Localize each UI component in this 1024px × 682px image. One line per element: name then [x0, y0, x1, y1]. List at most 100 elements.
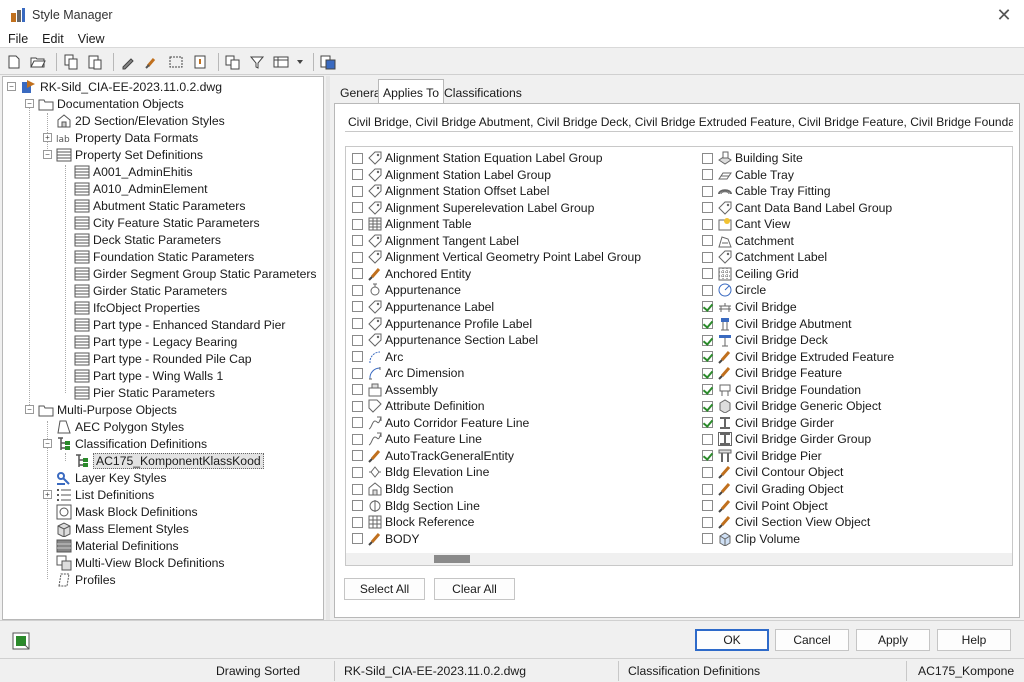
object-type-row[interactable]: Civil Bridge Extruded Feature	[702, 349, 894, 365]
tree-property-set-item[interactable]: A010_AdminElement	[74, 180, 208, 197]
object-type-row[interactable]: Alignment Vertical Geometry Point Label …	[352, 249, 641, 265]
object-type-checkbox[interactable]	[702, 301, 713, 313]
object-type-row[interactable]: AutoTrackGeneralEntity	[352, 448, 514, 464]
object-type-checkbox[interactable]	[702, 384, 713, 396]
tree-property-set-item[interactable]: A001_AdminEhitis	[74, 163, 193, 180]
tree-property-set-item[interactable]: City Feature Static Parameters	[74, 214, 260, 231]
object-type-checkbox[interactable]	[702, 483, 713, 495]
tree-property-data-formats[interactable]: + lab Property Data Formats	[43, 129, 198, 146]
tree-property-set-item[interactable]: Abutment Static Parameters	[74, 197, 245, 214]
object-type-row[interactable]: Clip Volume	[702, 531, 800, 547]
object-type-row[interactable]: Cable Tray Fitting	[702, 183, 831, 199]
object-type-checkbox[interactable]	[352, 318, 363, 329]
collapse-toggle[interactable]: −	[7, 82, 16, 91]
object-type-checkbox[interactable]	[702, 450, 713, 462]
object-type-row[interactable]: Civil Bridge Girder Group	[702, 431, 871, 447]
object-type-row[interactable]: Civil Grading Object	[702, 481, 843, 497]
tree-property-set-item[interactable]: Foundation Static Parameters	[74, 248, 254, 265]
object-type-row[interactable]: Bldg Section Line	[352, 498, 480, 514]
menu-view[interactable]: View	[78, 32, 105, 46]
object-type-row[interactable]: Civil Contour Object	[702, 464, 843, 480]
tree-property-set-item[interactable]: Pier Static Parameters	[74, 384, 215, 401]
object-type-checkbox[interactable]	[702, 202, 713, 214]
object-type-row[interactable]: Ceiling Grid	[702, 266, 799, 282]
tree-section-elevation-styles[interactable]: 2D Section/Elevation Styles	[56, 112, 225, 129]
expand-toggle[interactable]: +	[43, 490, 52, 499]
tree-property-set-definitions[interactable]: − Property Set Definitions	[43, 146, 203, 163]
tree-property-set-item[interactable]: Girder Static Parameters	[74, 282, 227, 299]
set-from-icon[interactable]	[166, 52, 186, 72]
tree-property-set-item[interactable]: Deck Static Parameters	[74, 231, 221, 248]
object-type-checkbox[interactable]	[352, 235, 363, 247]
view-mode-icon[interactable]	[271, 52, 291, 72]
scrollbar-thumb[interactable]	[434, 555, 470, 563]
object-type-row[interactable]: Auto Feature Line	[352, 431, 482, 447]
object-type-checkbox[interactable]	[702, 400, 713, 412]
object-type-checkbox[interactable]	[352, 450, 363, 462]
object-type-row[interactable]: Cant Data Band Label Group	[702, 200, 892, 216]
object-type-checkbox[interactable]	[352, 384, 363, 396]
object-type-checkbox[interactable]	[352, 417, 363, 429]
tree-layer-key-styles[interactable]: Layer Key Styles	[56, 469, 166, 486]
filter-icon[interactable]	[247, 52, 267, 72]
object-type-row[interactable]: Civil Section View Object	[702, 514, 870, 530]
object-type-row[interactable]: Alignment Superelevation Label Group	[352, 200, 594, 216]
object-type-checkbox[interactable]	[702, 169, 713, 181]
sort-icon[interactable]	[190, 52, 210, 72]
help-icon[interactable]	[318, 52, 338, 72]
object-type-row[interactable]: Civil Bridge Feature	[702, 365, 842, 381]
menu-edit[interactable]: Edit	[42, 32, 64, 46]
object-type-checkbox[interactable]	[352, 466, 363, 478]
tree-mass-element-styles[interactable]: Mass Element Styles	[56, 520, 189, 537]
open-drawing-icon[interactable]	[28, 52, 48, 72]
object-type-checkbox[interactable]	[702, 268, 713, 280]
object-type-checkbox[interactable]	[352, 218, 363, 230]
object-type-checkbox[interactable]	[352, 367, 363, 379]
tree-multi-view-block-definitions[interactable]: Multi-View Block Definitions	[56, 554, 224, 571]
object-type-checkbox[interactable]	[352, 202, 363, 214]
close-button[interactable]: ✕	[994, 5, 1014, 25]
object-type-row[interactable]: Bldg Section	[352, 481, 453, 497]
tree-mask-block-definitions[interactable]: Mask Block Definitions	[56, 503, 198, 520]
object-type-row[interactable]: Civil Bridge Deck	[702, 332, 828, 348]
tab-applies-to[interactable]: Applies To	[378, 79, 445, 104]
ok-button[interactable]: OK	[695, 629, 769, 651]
object-type-checkbox[interactable]	[352, 301, 363, 313]
tree-aec-polygon-styles[interactable]: AEC Polygon Styles	[56, 418, 184, 435]
object-type-checkbox[interactable]	[702, 466, 713, 478]
object-type-checkbox[interactable]	[702, 533, 713, 545]
object-type-checkbox[interactable]	[352, 169, 363, 181]
object-type-checkbox[interactable]	[702, 417, 713, 429]
expand-toggle[interactable]: +	[43, 133, 52, 142]
object-type-row[interactable]: Alignment Station Offset Label	[352, 183, 549, 199]
object-type-row[interactable]: Civil Bridge	[702, 299, 797, 315]
tree-documentation-objects[interactable]: − Documentation Objects	[25, 95, 184, 112]
collapse-toggle[interactable]: −	[43, 439, 52, 448]
toggle-view-icon[interactable]	[223, 52, 243, 72]
tree-material-definitions[interactable]: Material Definitions	[56, 537, 179, 554]
edit-style-icon[interactable]	[118, 52, 138, 72]
collapse-toggle[interactable]: −	[25, 99, 34, 108]
object-type-checkbox[interactable]	[702, 185, 713, 197]
object-type-row[interactable]: Civil Bridge Girder	[702, 415, 834, 431]
apply-button[interactable]: Apply	[856, 629, 930, 651]
object-type-checkbox[interactable]	[352, 500, 363, 512]
object-type-row[interactable]: Civil Bridge Generic Object	[702, 398, 881, 414]
object-type-row[interactable]: Appurtenance Section Label	[352, 332, 538, 348]
object-type-row[interactable]: BODY	[352, 531, 420, 547]
tree-classification-item[interactable]: AC175_KomponentKlassKood	[74, 452, 264, 469]
new-drawing-icon[interactable]	[4, 52, 24, 72]
tree-root[interactable]: − RK-Sild_CIA-EE-2023.11.0.2.dwg	[7, 78, 222, 95]
object-type-checkbox[interactable]	[352, 284, 363, 296]
object-type-row[interactable]: Building Site	[702, 150, 803, 166]
object-type-row[interactable]: Alignment Station Equation Label Group	[352, 150, 603, 166]
cancel-button[interactable]: Cancel	[775, 629, 849, 651]
object-type-row[interactable]: Alignment Table	[352, 216, 472, 232]
object-type-row[interactable]: Arc	[352, 349, 403, 365]
paste-icon[interactable]	[85, 52, 105, 72]
help-button[interactable]: Help	[937, 629, 1011, 651]
object-type-checkbox[interactable]	[352, 400, 363, 412]
object-type-checkbox[interactable]	[352, 185, 363, 197]
object-type-checkbox[interactable]	[352, 152, 363, 164]
object-type-checkbox[interactable]	[702, 318, 713, 329]
